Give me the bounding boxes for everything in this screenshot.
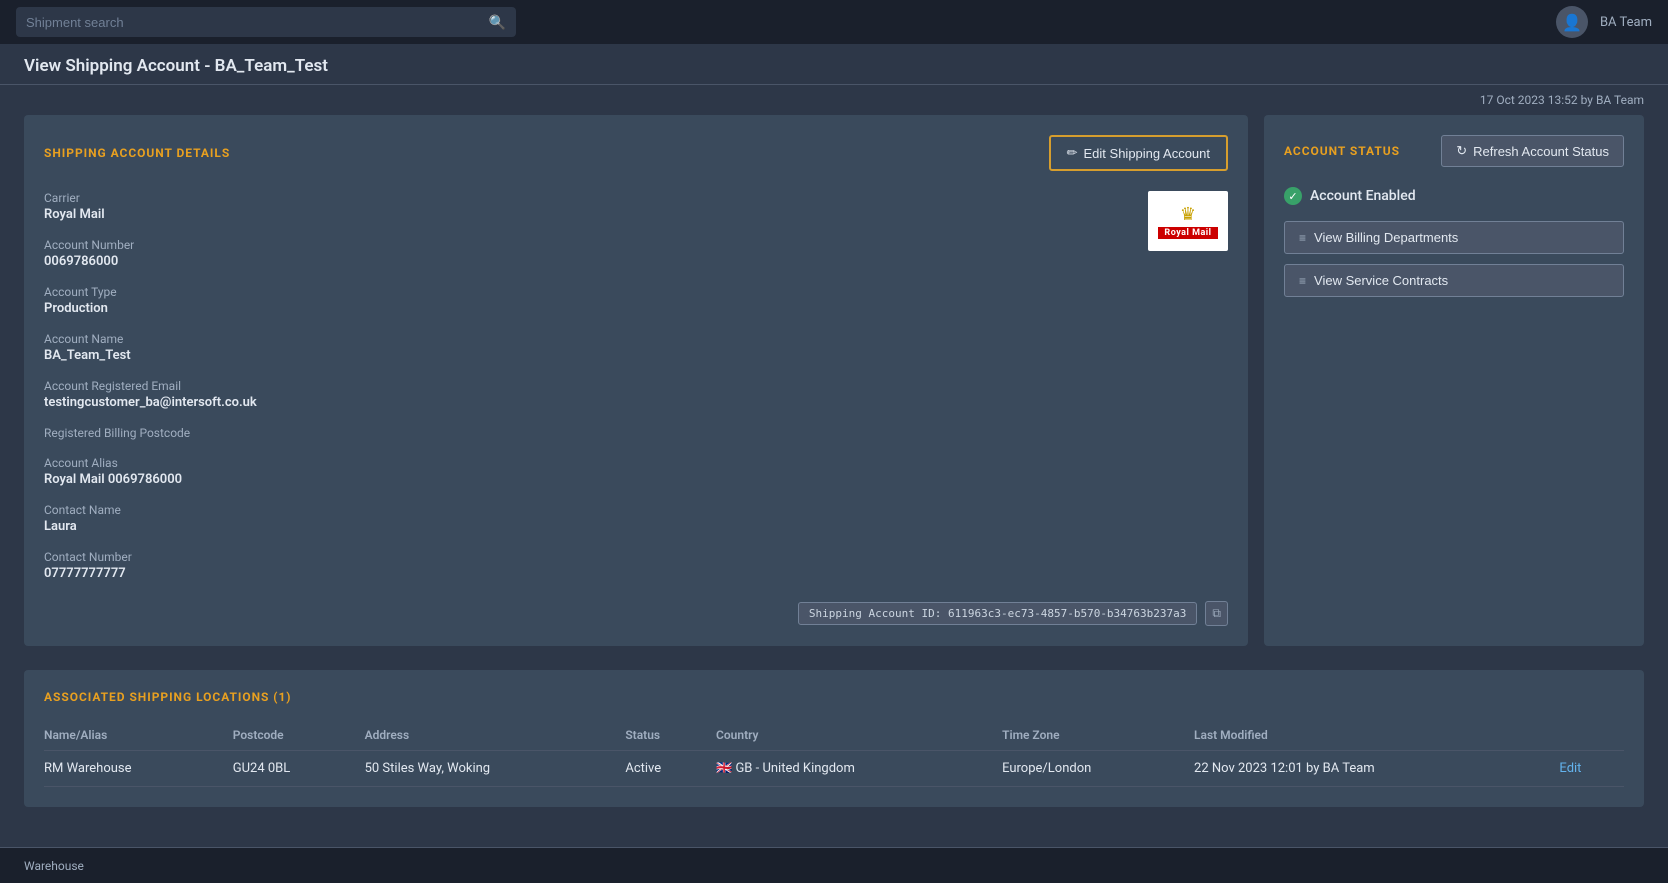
- last-modified-meta: 17 Oct 2023 13:52 by BA Team: [1480, 93, 1644, 107]
- billing-postcode-label: Registered Billing Postcode: [44, 426, 1228, 440]
- field-account-type: Account Type Production: [44, 285, 1228, 316]
- refresh-icon: ↻: [1456, 143, 1467, 159]
- contact-number-label: Contact Number: [44, 550, 1228, 564]
- copy-icon: ⧉: [1212, 606, 1221, 620]
- check-icon: ✓: [1288, 190, 1297, 203]
- edit-shipping-account-button[interactable]: ✏ Edit Shipping Account: [1049, 135, 1228, 171]
- search-bar[interactable]: 🔍: [16, 7, 516, 37]
- registered-email-value: testingcustomer_ba@intersoft.co.uk: [44, 395, 1228, 410]
- field-carrier: Carrier Royal Mail: [44, 191, 1228, 222]
- shipping-account-card: SHIPPING ACCOUNT DETAILS ✏ Edit Shipping…: [24, 115, 1248, 646]
- account-type-label: Account Type: [44, 285, 1228, 299]
- user-name-label: BA Team: [1600, 15, 1652, 30]
- account-name-label: Account Name: [44, 332, 1228, 346]
- account-enabled-label: Account Enabled: [1310, 188, 1416, 204]
- locations-section: ASSOCIATED SHIPPING LOCATIONS (1) Name/A…: [24, 670, 1644, 807]
- locations-table: Name/Alias Postcode Address Status Count…: [44, 720, 1624, 787]
- account-alias-value: Royal Mail 0069786000: [44, 472, 1228, 487]
- account-number-label: Account Number: [44, 238, 1228, 252]
- carrier-value: Royal Mail: [44, 207, 1228, 222]
- col-address: Address: [365, 720, 626, 751]
- search-icon-button[interactable]: 🔍: [489, 14, 506, 31]
- registered-email-label: Account Registered Email: [44, 379, 1228, 393]
- user-avatar[interactable]: 👤: [1556, 6, 1588, 38]
- row-address: 50 Stiles Way, Woking: [365, 751, 626, 787]
- search-icon: 🔍: [489, 14, 506, 30]
- row-status: Active: [625, 751, 716, 787]
- account-name-value: BA_Team_Test: [44, 348, 1228, 363]
- bottom-nav-warehouse[interactable]: Warehouse: [24, 859, 84, 873]
- col-name: Name/Alias: [44, 720, 233, 751]
- main-content: SHIPPING ACCOUNT DETAILS ✏ Edit Shipping…: [0, 115, 1668, 807]
- list-icon-contracts: ≡: [1299, 274, 1306, 288]
- list-icon-billing: ≡: [1299, 231, 1306, 245]
- contact-name-label: Contact Name: [44, 503, 1228, 517]
- shipping-account-title: SHIPPING ACCOUNT DETAILS: [44, 146, 230, 160]
- refresh-button-label: Refresh Account Status: [1473, 144, 1609, 159]
- account-id-text: Shipping Account ID: 611963c3-ec73-4857-…: [798, 602, 1198, 625]
- col-action: [1559, 720, 1624, 751]
- page-title-bar: View Shipping Account - BA_Team_Test: [0, 44, 1668, 85]
- col-postcode: Postcode: [233, 720, 365, 751]
- contact-name-value: Laura: [44, 519, 1228, 534]
- carrier-label: Carrier: [44, 191, 1228, 205]
- status-badge: Active: [625, 761, 661, 776]
- row-timezone: Europe/London: [1002, 751, 1194, 787]
- row-edit-action[interactable]: Edit: [1559, 751, 1624, 787]
- view-billing-label: View Billing Departments: [1314, 230, 1458, 245]
- locations-card: ASSOCIATED SHIPPING LOCATIONS (1) Name/A…: [24, 670, 1644, 807]
- card-header: SHIPPING ACCOUNT DETAILS ✏ Edit Shipping…: [44, 135, 1228, 171]
- edit-shipping-label: Edit Shipping Account: [1084, 146, 1210, 161]
- status-enabled-dot: ✓: [1284, 187, 1302, 205]
- page-title: View Shipping Account - BA_Team_Test: [24, 56, 1644, 76]
- field-account-number: Account Number 0069786000: [44, 238, 1228, 269]
- bottom-navigation: Warehouse: [0, 847, 1668, 883]
- carrier-logo: ♛ Royal Mail: [1148, 191, 1228, 251]
- field-account-name: Account Name BA_Team_Test: [44, 332, 1228, 363]
- field-contact-number: Contact Number 07777777777: [44, 550, 1228, 581]
- account-status-card: ACCOUNT STATUS ↻ Refresh Account Status …: [1264, 115, 1644, 646]
- field-account-alias: Account Alias Royal Mail 0069786000: [44, 456, 1228, 487]
- avatar-icon: 👤: [1562, 13, 1582, 32]
- meta-row: 17 Oct 2023 13:52 by BA Team: [0, 85, 1668, 115]
- table-row: RM Warehouse GU24 0BL 50 Stiles Way, Wok…: [44, 751, 1624, 787]
- account-status-title: ACCOUNT STATUS: [1284, 144, 1400, 158]
- search-input[interactable]: [26, 15, 489, 30]
- contact-number-value: 07777777777: [44, 566, 1228, 581]
- col-timezone: Time Zone: [1002, 720, 1194, 751]
- col-country: Country: [716, 720, 1002, 751]
- royal-mail-label: Royal Mail: [1158, 227, 1217, 239]
- top-navigation: 🔍 👤 BA Team: [0, 0, 1668, 44]
- left-card-inner: ♛ Royal Mail Carrier Royal Mail Account …: [44, 191, 1228, 626]
- table-header-row: Name/Alias Postcode Address Status Count…: [44, 720, 1624, 751]
- account-id-badge: Shipping Account ID: 611963c3-ec73-4857-…: [44, 601, 1228, 626]
- row-edit-link[interactable]: Edit: [1559, 761, 1581, 776]
- refresh-account-status-button[interactable]: ↻ Refresh Account Status: [1441, 135, 1624, 167]
- row-country: 🇬🇧 GB - United Kingdom: [716, 751, 1002, 787]
- account-status-enabled: ✓ Account Enabled: [1284, 187, 1624, 205]
- locations-section-title: ASSOCIATED SHIPPING LOCATIONS (1): [44, 690, 1624, 704]
- field-registered-email: Account Registered Email testingcustomer…: [44, 379, 1228, 410]
- account-type-value: Production: [44, 301, 1228, 316]
- account-number-value: 0069786000: [44, 254, 1228, 269]
- copy-account-id-button[interactable]: ⧉: [1205, 601, 1228, 626]
- account-status-header: ACCOUNT STATUS ↻ Refresh Account Status: [1284, 135, 1624, 167]
- field-billing-postcode: Registered Billing Postcode: [44, 426, 1228, 440]
- account-alias-label: Account Alias: [44, 456, 1228, 470]
- top-section: SHIPPING ACCOUNT DETAILS ✏ Edit Shipping…: [24, 115, 1644, 646]
- view-service-contracts-button[interactable]: ≡ View Service Contracts: [1284, 264, 1624, 297]
- col-status: Status: [625, 720, 716, 751]
- crown-icon: ♛: [1180, 204, 1196, 225]
- row-name: RM Warehouse: [44, 751, 233, 787]
- view-billing-departments-button[interactable]: ≡ View Billing Departments: [1284, 221, 1624, 254]
- col-last-modified: Last Modified: [1194, 720, 1559, 751]
- field-contact-name: Contact Name Laura: [44, 503, 1228, 534]
- row-last-modified: 22 Nov 2023 12:01 by BA Team: [1194, 751, 1559, 787]
- edit-pencil-icon: ✏: [1067, 145, 1078, 161]
- view-contracts-label: View Service Contracts: [1314, 273, 1448, 288]
- row-postcode: GU24 0BL: [233, 751, 365, 787]
